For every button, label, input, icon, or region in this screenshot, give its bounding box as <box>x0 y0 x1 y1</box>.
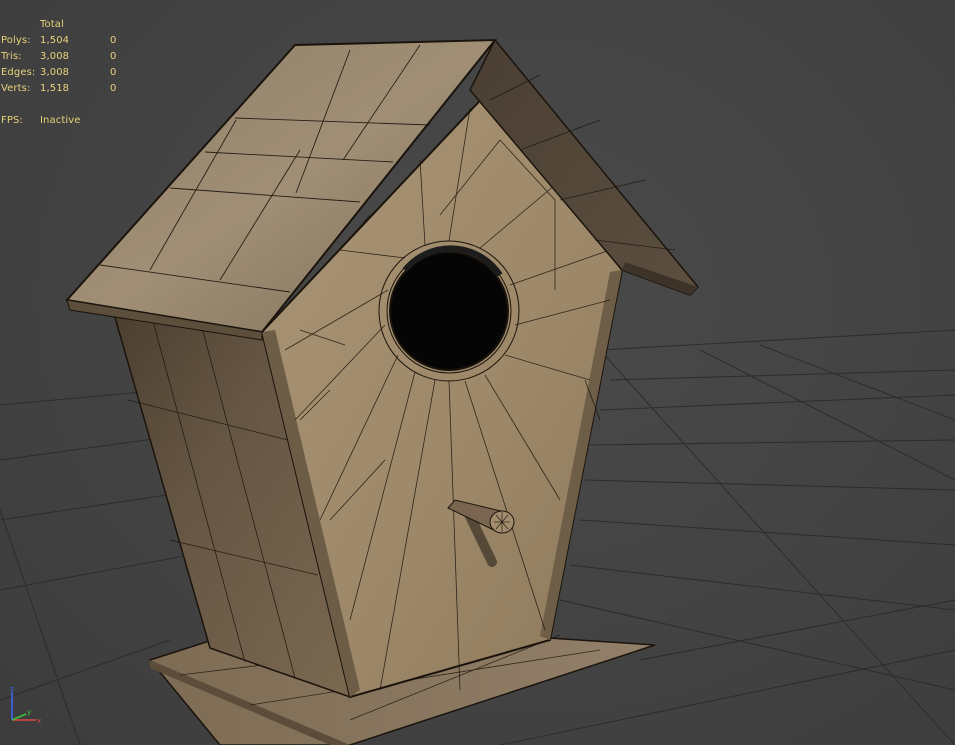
stats-total-value: 1,518 <box>40 83 70 94</box>
stats-selected-value: 0 <box>110 35 117 46</box>
svg-text:y: y <box>27 708 31 716</box>
svg-text:x: x <box>37 717 41 725</box>
stats-selected-value: 0 <box>110 51 117 62</box>
stats-total-value: 3,008 <box>40 67 70 78</box>
stats-total-value: 3,008 <box>40 51 70 62</box>
stats-label: Edges: <box>1 67 36 78</box>
stats-total-value: 1,504 <box>40 35 70 46</box>
stats-selected-value: 0 <box>110 83 117 94</box>
fps-label: FPS: <box>1 115 23 126</box>
view-axis-gizmo-icon: z x y <box>10 686 41 725</box>
stats-header-total: Total <box>40 19 64 30</box>
stats-label: Verts: <box>1 83 31 94</box>
perspective-viewport[interactable]: ' ' ' ' ' ' ' ' ' ' ' ' ' Total Polys: 1… <box>0 0 955 745</box>
fps-value: Inactive <box>40 115 81 126</box>
birdhouse-model-render[interactable] <box>0 0 955 745</box>
svg-text:z: z <box>10 686 14 693</box>
stats-selected-value: 0 <box>110 67 117 78</box>
stats-label: Polys: <box>1 35 31 46</box>
stats-label: Tris: <box>1 51 22 62</box>
